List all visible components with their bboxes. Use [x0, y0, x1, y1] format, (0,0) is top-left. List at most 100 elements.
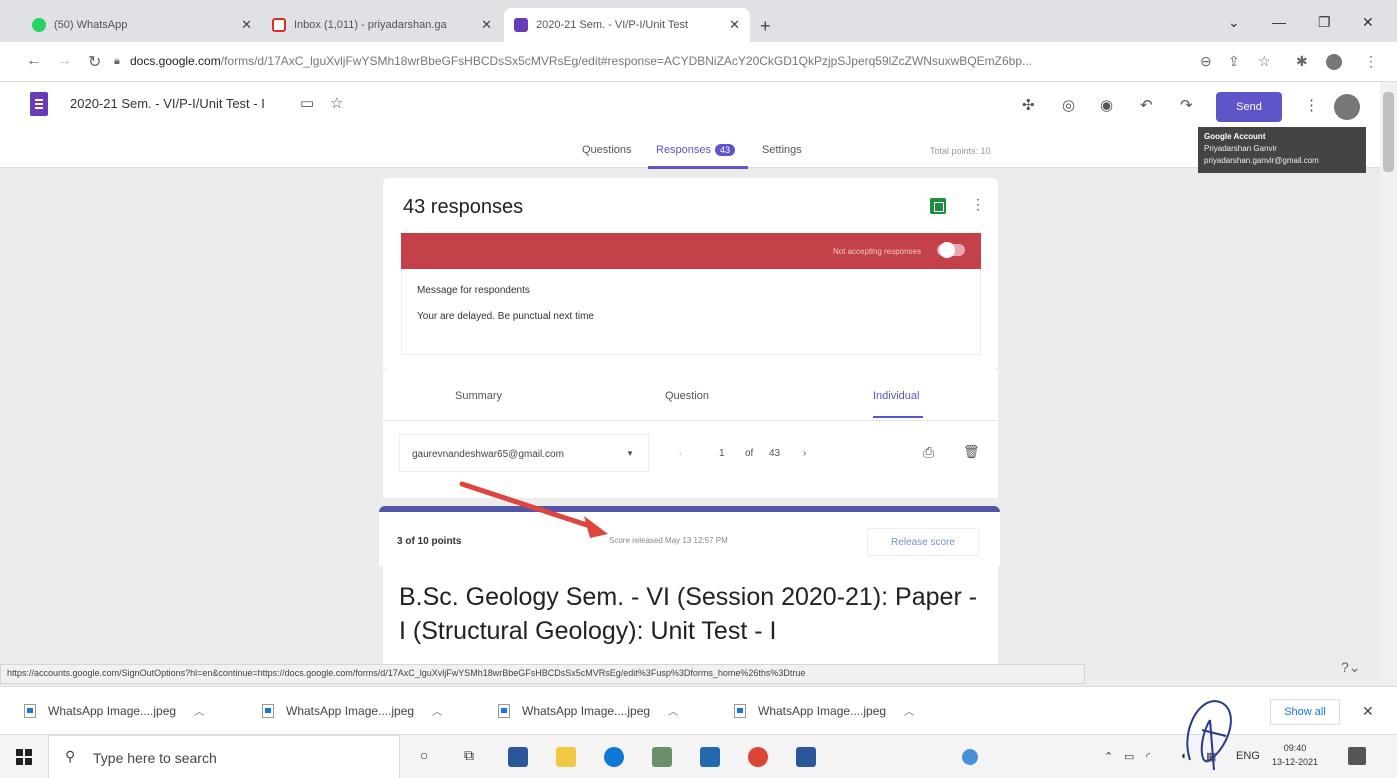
- store-icon[interactable]: [508, 747, 528, 767]
- word-icon[interactable]: [796, 747, 816, 767]
- address-bar: ← → ↻ 🔒︎ docs.google.com/forms/d/17AxC_l…: [0, 42, 1397, 82]
- message-label: Message for respondents: [417, 285, 530, 296]
- windows-start-icon[interactable]: [16, 749, 32, 765]
- menu-icon[interactable]: ⋮: [1364, 53, 1378, 70]
- task-view-icon[interactable]: ⧉: [464, 747, 474, 764]
- battery-icon[interactable]: ▭: [1124, 750, 1134, 763]
- lock-icon[interactable]: 🔒︎: [114, 55, 120, 68]
- next-response-icon[interactable]: ›: [803, 448, 806, 459]
- cortana-icon[interactable]: ○: [420, 747, 428, 763]
- previous-response-icon[interactable]: ‹: [679, 448, 682, 459]
- avatar[interactable]: [1334, 94, 1360, 120]
- download-item[interactable]: WhatsApp Image....jpeg ︿: [498, 703, 678, 718]
- file-explorer-icon[interactable]: [556, 747, 576, 767]
- more-options-icon[interactable]: ⋮: [1304, 96, 1319, 114]
- forms-logo-icon[interactable]: [30, 92, 48, 116]
- notifications-icon[interactable]: [1348, 747, 1366, 765]
- share-icon[interactable]: ⇪: [1228, 53, 1240, 70]
- chrome-icon[interactable]: [748, 747, 768, 767]
- star-icon[interactable]: ☆: [330, 94, 343, 112]
- tooltip-name: Priyadarshan Ganvir: [1204, 144, 1277, 153]
- respondent-select[interactable]: gaurevnandeshwar65@gmail.com ▼: [399, 434, 649, 472]
- print-icon[interactable]: ⎙: [923, 444, 934, 461]
- app-icon[interactable]: [652, 747, 672, 767]
- forward-icon[interactable]: →: [56, 52, 72, 70]
- zoom-icon[interactable]: ⊖: [1200, 53, 1212, 70]
- account-tooltip: Google Account Priyadarshan Ganvir priya…: [1198, 127, 1366, 173]
- mail-icon[interactable]: [700, 747, 720, 767]
- release-score-button[interactable]: Release score: [867, 528, 979, 556]
- tab-question[interactable]: Question: [665, 390, 709, 402]
- download-filename: WhatsApp Image....jpeg: [286, 703, 415, 718]
- clock[interactable]: 09:40 13-12-2021: [1272, 741, 1318, 769]
- message-text[interactable]: Your are delayed. Be punctual next time: [417, 311, 594, 322]
- reload-icon[interactable]: ↻: [88, 52, 101, 72]
- tab-individual[interactable]: Individual: [873, 390, 919, 402]
- chevron-up-icon[interactable]: ︿: [194, 703, 204, 718]
- form-heading-card: B.Sc. Geology Sem. - VI (Session 2020-21…: [383, 566, 998, 680]
- url-path: /forms/d/17AxC_lguXvljFwYSMh18wrBbeGFsHB…: [220, 54, 1032, 68]
- tray-app-icon[interactable]: [962, 749, 978, 765]
- new-tab-button[interactable]: +: [760, 16, 771, 37]
- forms-icon: [514, 18, 528, 32]
- profile-icon[interactable]: [1326, 54, 1342, 70]
- tab-questions[interactable]: Questions: [582, 144, 632, 156]
- accepting-responses-toggle[interactable]: [937, 242, 965, 258]
- scrollbar-thumb[interactable]: [1383, 92, 1394, 172]
- current-response-number[interactable]: 1: [719, 448, 725, 459]
- page-scrollbar[interactable]: [1380, 82, 1397, 680]
- close-downloads-icon[interactable]: ✕: [1362, 703, 1374, 720]
- undo-icon[interactable]: ↶: [1140, 96, 1153, 114]
- tray-chevron-up-icon[interactable]: ⌃: [1104, 750, 1113, 763]
- close-icon[interactable]: ✕: [241, 17, 252, 33]
- close-icon[interactable]: ✕: [481, 17, 492, 33]
- total-points: Total points: 10: [930, 146, 991, 156]
- sheets-icon[interactable]: [930, 198, 946, 214]
- maximize-icon[interactable]: ❐: [1318, 14, 1331, 31]
- network-icon[interactable]: ◜: [1146, 750, 1150, 763]
- redo-icon[interactable]: ↷: [1180, 96, 1193, 114]
- image-file-icon: [734, 703, 746, 718]
- responses-count-title: 43 responses: [403, 196, 524, 218]
- chevron-up-icon[interactable]: ︿: [668, 703, 678, 718]
- addon-icon[interactable]: ✣: [1022, 96, 1035, 114]
- window-close-icon[interactable]: ✕: [1362, 14, 1374, 31]
- minimize-icon[interactable]: —: [1272, 14, 1286, 30]
- tab-responses[interactable]: Responses 43: [656, 144, 736, 156]
- tab-title: Inbox (1,011) - priyadarshan.ga: [294, 19, 447, 31]
- chevron-down-icon: ▼: [626, 449, 634, 458]
- tab-settings[interactable]: Settings: [762, 144, 802, 156]
- more-options-icon[interactable]: ⋮: [971, 196, 985, 213]
- tab-search-icon[interactable]: ⌄: [1228, 14, 1240, 31]
- help-icon[interactable]: ?⌄: [1341, 659, 1361, 676]
- forms-header: 2020-21 Sem. - VI/P-I/Unit Test - I ▭ ☆ …: [0, 82, 1397, 169]
- tab-whatsapp[interactable]: (50) WhatsApp ✕: [22, 8, 262, 42]
- extensions-icon[interactable]: ✱: [1296, 53, 1308, 70]
- tab-summary[interactable]: Summary: [455, 390, 502, 402]
- not-accepting-label: Not accepting responses: [832, 247, 921, 256]
- folder-icon[interactable]: ▭: [300, 94, 314, 112]
- back-icon[interactable]: ←: [26, 52, 42, 70]
- tab-title: 2020-21 Sem. - VI/P-I/Unit Test: [536, 19, 689, 31]
- tab-title: (50) WhatsApp: [54, 19, 128, 31]
- form-title[interactable]: 2020-21 Sem. - VI/P-I/Unit Test - I: [70, 96, 265, 111]
- download-item[interactable]: WhatsApp Image....jpeg ︿: [24, 703, 204, 718]
- show-all-button[interactable]: Show all: [1270, 699, 1340, 725]
- chevron-up-icon[interactable]: ︿: [432, 703, 442, 718]
- chevron-up-icon[interactable]: ︿: [904, 703, 914, 718]
- send-button[interactable]: Send: [1216, 92, 1282, 122]
- bookmark-star-icon[interactable]: ☆: [1258, 53, 1271, 70]
- close-icon[interactable]: ✕: [729, 17, 740, 33]
- edge-icon[interactable]: [604, 747, 624, 767]
- tab-google-forms[interactable]: 2020-21 Sem. - VI/P-I/Unit Test ✕: [504, 8, 750, 42]
- palette-icon[interactable]: ◎: [1062, 96, 1075, 114]
- url-input[interactable]: docs.google.com/forms/d/17AxC_lguXvljFwY…: [130, 54, 1180, 68]
- download-item[interactable]: WhatsApp Image....jpeg ︿: [734, 703, 914, 718]
- status-url: https://accounts.google.com/SignOutOptio…: [0, 664, 1085, 684]
- preview-eye-icon[interactable]: ◉: [1100, 96, 1113, 114]
- delete-icon[interactable]: 🗑︎: [963, 444, 980, 460]
- browser-tab-strip: (50) WhatsApp ✕ Inbox (1,011) - priyadar…: [0, 0, 1397, 42]
- taskbar-search[interactable]: ⚲ Type here to search: [48, 735, 400, 778]
- download-item[interactable]: WhatsApp Image....jpeg ︿: [262, 703, 442, 718]
- tab-gmail[interactable]: Inbox (1,011) - priyadarshan.ga ✕: [262, 8, 502, 42]
